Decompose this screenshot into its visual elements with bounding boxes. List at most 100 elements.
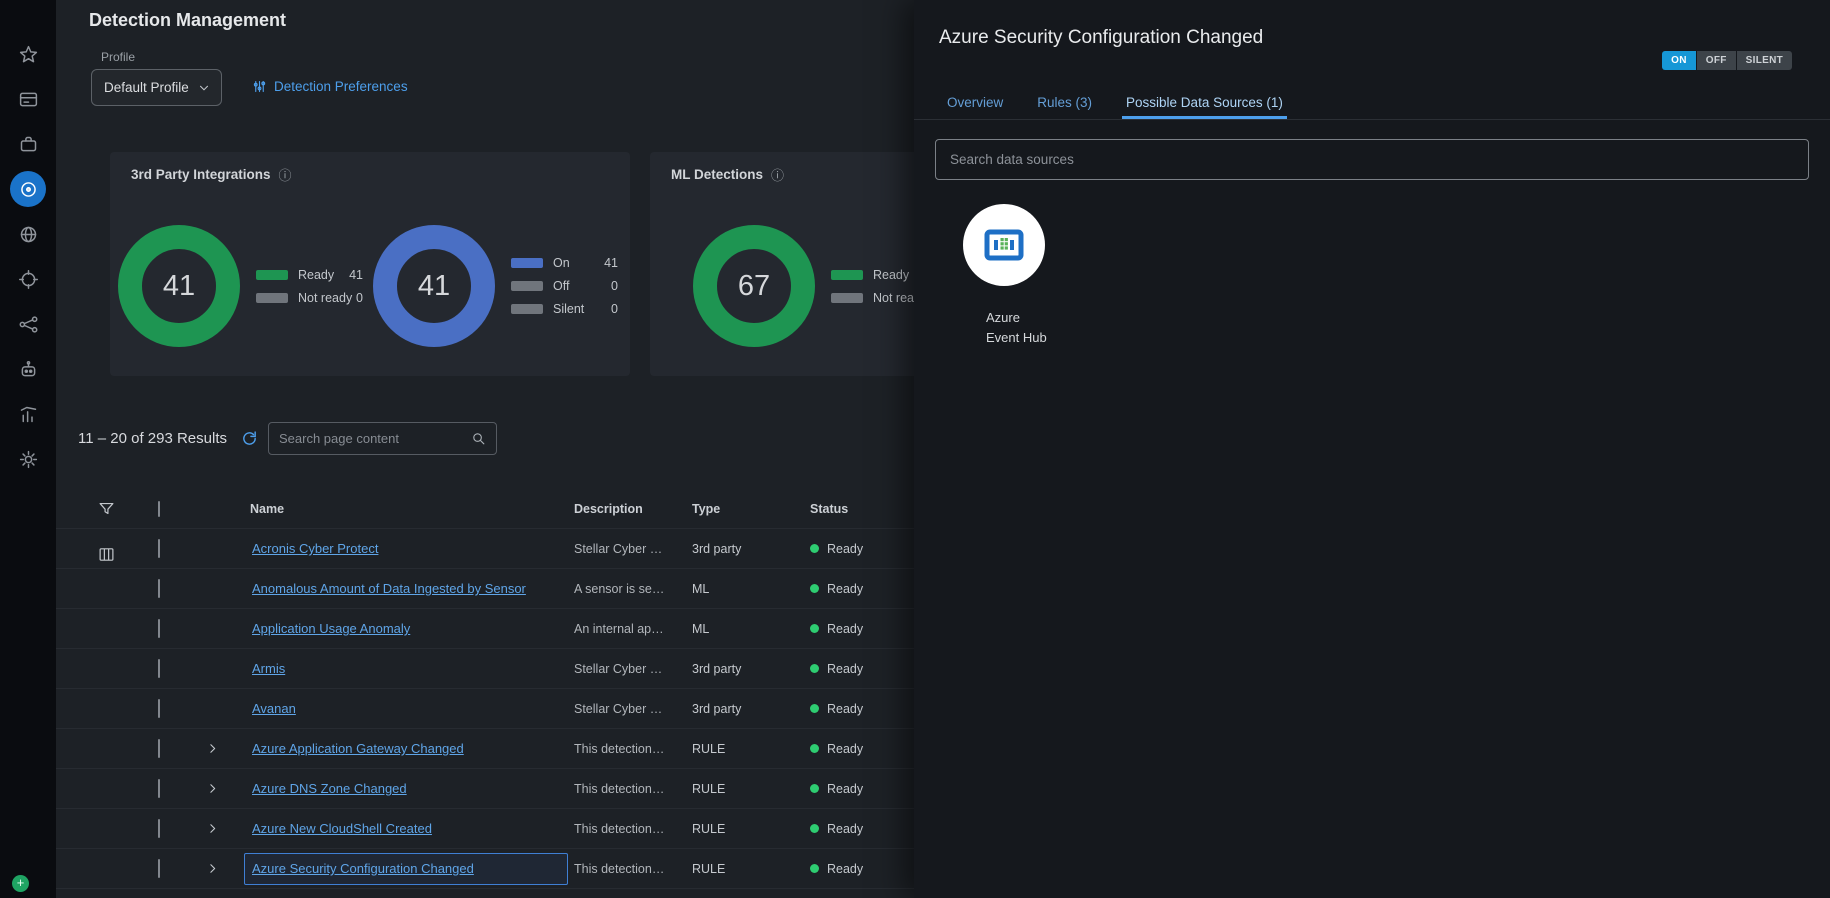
chevron-right-icon[interactable] — [206, 742, 244, 755]
row-checkbox[interactable] — [158, 859, 160, 878]
column-header-status[interactable]: Status — [810, 502, 914, 516]
info-icon[interactable]: ⓘ — [771, 165, 784, 184]
page-search-input[interactable] — [279, 431, 471, 446]
detections-table: Name Description Type Status Acronis Cyb… — [56, 489, 914, 889]
legend-value: 41 — [349, 268, 363, 282]
results-bar: 11 – 20 of 293 Results — [78, 420, 497, 456]
data-source-search — [935, 139, 1809, 180]
toggle-on[interactable]: ON — [1662, 51, 1696, 70]
profile-dropdown-value: Default Profile — [104, 80, 189, 95]
type-cell: RULE — [692, 822, 810, 836]
sidebar-item-card[interactable] — [10, 81, 46, 117]
name-cell: Azure Security Configuration Changed — [244, 853, 568, 885]
legend-row: Off 0 — [511, 279, 618, 293]
legend-row: On41 — [511, 256, 618, 270]
legend-value: 0 — [356, 291, 363, 305]
legend-label: Silent — [553, 302, 584, 316]
detection-link[interactable]: Azure DNS Zone Changed — [252, 781, 407, 796]
refresh-icon[interactable] — [241, 430, 258, 447]
search-icon — [471, 431, 486, 446]
legend-swatch — [511, 281, 543, 291]
donut-chart: 67ReadyNot ready — [693, 225, 938, 347]
status-label: Ready — [827, 582, 863, 596]
detection-preferences-link[interactable]: Detection Preferences — [252, 79, 408, 94]
sidebar-item-briefcase[interactable] — [10, 126, 46, 162]
sidebar-item-star[interactable] — [10, 36, 46, 72]
legend-swatch — [511, 304, 543, 314]
status-cell: Ready — [810, 582, 914, 596]
checkbox-cell — [146, 700, 192, 718]
detection-link[interactable]: Armis — [252, 661, 285, 676]
row-checkbox[interactable] — [158, 659, 160, 678]
profile-label: Profile — [101, 50, 135, 64]
column-header-description[interactable]: Description — [574, 502, 692, 516]
checkbox-cell — [146, 820, 192, 838]
row-checkbox[interactable] — [158, 619, 160, 638]
description-cell: This detection… — [574, 782, 692, 796]
name-cell: Anomalous Amount of Data Ingested by Sen… — [244, 573, 568, 605]
column-header-type[interactable]: Type — [692, 502, 810, 516]
legend-label: Off — [553, 279, 569, 293]
checkbox-cell — [146, 620, 192, 638]
donut-chart: 41 Ready 41 Not ready 0 — [118, 225, 363, 347]
sidebar-item-crosshair[interactable] — [10, 261, 46, 297]
detection-link[interactable]: Avanan — [252, 701, 296, 716]
row-checkbox[interactable] — [158, 739, 160, 758]
detection-link[interactable]: Application Usage Anomaly — [252, 621, 410, 636]
detection-link[interactable]: Acronis Cyber Protect — [252, 541, 378, 556]
row-checkbox[interactable] — [158, 699, 160, 718]
description-cell: Stellar Cyber … — [574, 702, 692, 716]
description-cell: Stellar Cyber … — [574, 662, 692, 676]
page-search — [268, 422, 497, 455]
status-label: Ready — [827, 742, 863, 756]
status-dot — [810, 624, 819, 633]
checkbox-cell — [146, 780, 192, 798]
status-label: Ready — [827, 662, 863, 676]
status-cell: Ready — [810, 542, 914, 556]
results-count: 11 – 20 of 293 Results — [78, 430, 227, 447]
toggle-silent[interactable]: SILENT — [1737, 51, 1792, 70]
legend-value: 0 — [611, 279, 618, 293]
status-dot — [810, 864, 819, 873]
chevron-right-icon[interactable] — [206, 862, 244, 875]
tab-rules-3[interactable]: Rules (3) — [1037, 86, 1092, 119]
add-button[interactable]: + — [12, 875, 29, 892]
tab-possible-data-sources-1[interactable]: Possible Data Sources (1) — [1126, 86, 1283, 119]
status-cell: Ready — [810, 782, 914, 796]
radar-icon — [18, 179, 39, 200]
donut-value: 41 — [163, 270, 195, 303]
sidebar-item-bot[interactable] — [10, 351, 46, 387]
select-all-checkbox[interactable] — [158, 501, 160, 517]
legend-swatch — [256, 270, 288, 280]
sidebar-item-globe[interactable] — [10, 216, 46, 252]
data-source-search-input[interactable] — [950, 152, 1794, 167]
table-row: Azure Application Gateway Changed This de… — [56, 729, 914, 769]
chevron-right-icon[interactable] — [206, 822, 244, 835]
sidebar-item-radar[interactable] — [10, 171, 46, 207]
sidebar-item-gear[interactable] — [10, 441, 46, 477]
detection-link[interactable]: Anomalous Amount of Data Ingested by Sen… — [252, 581, 526, 596]
sidebar-item-nodes[interactable] — [10, 306, 46, 342]
legend-label: Ready — [298, 268, 334, 282]
column-header-name[interactable]: Name — [244, 502, 574, 516]
info-icon[interactable]: ⓘ — [279, 165, 292, 184]
row-checkbox[interactable] — [158, 579, 160, 598]
chevron-right-icon[interactable] — [206, 782, 244, 795]
legend-label: Not ready — [298, 291, 352, 305]
tab-overview[interactable]: Overview — [947, 86, 1003, 119]
description-cell: An internal ap… — [574, 622, 692, 636]
detection-link[interactable]: Azure New CloudShell Created — [252, 821, 432, 836]
status-cell: Ready — [810, 662, 914, 676]
card-icon — [18, 89, 39, 110]
data-source-tile[interactable]: Azure Event Hub — [963, 204, 1073, 348]
row-checkbox[interactable] — [158, 539, 160, 558]
legend-swatch — [831, 270, 863, 280]
row-checkbox[interactable] — [158, 779, 160, 798]
description-cell: This detection… — [574, 742, 692, 756]
toggle-off[interactable]: OFF — [1697, 51, 1736, 70]
detection-link[interactable]: Azure Application Gateway Changed — [252, 741, 464, 756]
detection-link[interactable]: Azure Security Configuration Changed — [252, 861, 474, 876]
profile-dropdown[interactable]: Default Profile — [91, 69, 222, 106]
row-checkbox[interactable] — [158, 819, 160, 838]
sidebar-item-chart[interactable] — [10, 396, 46, 432]
